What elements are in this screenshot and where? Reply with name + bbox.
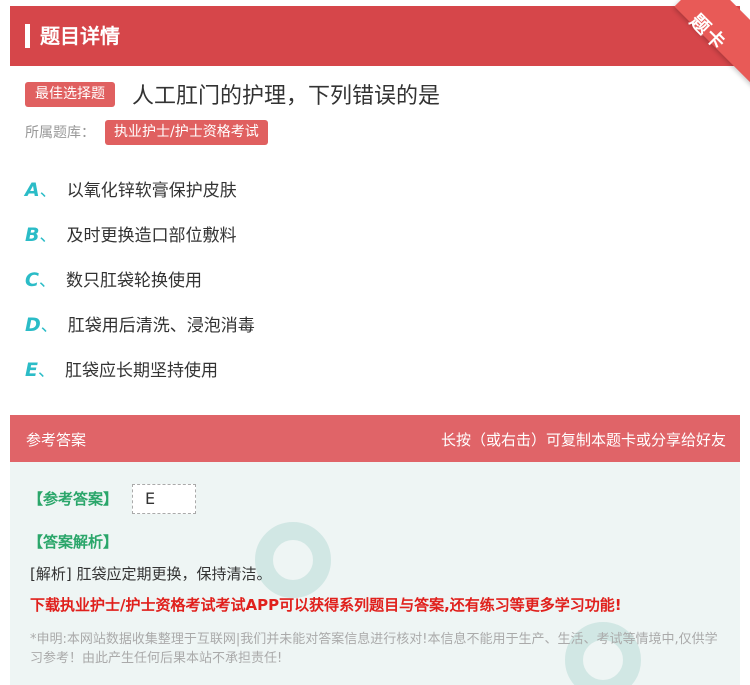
library-label: 所属题库： bbox=[25, 125, 95, 141]
option-b[interactable]: B、 及时更换造口部位敷料 bbox=[25, 221, 236, 246]
explanation-label: 【答案解析】 bbox=[28, 533, 119, 551]
watermark-logo bbox=[255, 522, 331, 598]
option-d[interactable]: D、 肛袋用后清洗、浸泡消毒 bbox=[25, 311, 255, 336]
option-text: 及时更换造口部位敷料 bbox=[66, 226, 237, 246]
question-type-badge: 最佳选择题 bbox=[25, 82, 115, 107]
header-bar: 题目详情 bbox=[10, 6, 740, 66]
header-accent bbox=[25, 24, 30, 48]
option-text: 肛袋用后清洗、浸泡消毒 bbox=[67, 316, 255, 336]
option-c[interactable]: C、 数只肛袋轮换使用 bbox=[25, 266, 202, 291]
page-title: 题目详情 bbox=[40, 24, 120, 48]
option-text: 以氧化锌软膏保护皮肤 bbox=[66, 181, 237, 201]
option-e[interactable]: E、 肛袋应长期坚持使用 bbox=[25, 356, 218, 381]
answer-section-title: 参考答案 bbox=[26, 431, 87, 449]
disclaimer: *申明:本网站数据收集整理于互联网|我们并未能对答案信息进行核对!本信息不能用于… bbox=[30, 632, 718, 666]
option-text: 数只肛袋轮换使用 bbox=[65, 271, 202, 291]
option-text: 肛袋应长期坚持使用 bbox=[64, 361, 218, 381]
reference-answer-label: 【参考答案】 bbox=[28, 490, 119, 508]
question-text: 人工肛门的护理，下列错误的是 bbox=[132, 84, 441, 109]
answer-header: 参考答案 长按（或右击）可复制本题卡或分享给好友 bbox=[10, 415, 740, 462]
library-badge[interactable]: 执业护士/护士资格考试 bbox=[105, 120, 268, 145]
option-a[interactable]: A、 以氧化锌软膏保护皮肤 bbox=[25, 176, 237, 201]
share-hint: 长按（或右击）可复制本题卡或分享给好友 bbox=[440, 431, 726, 449]
download-promo-link[interactable]: 下载执业护士/护士资格考试考试APP可以获得系列题目与答案,还有练习等更多学习功… bbox=[30, 594, 622, 615]
reference-answer-value: E bbox=[132, 484, 196, 514]
explanation-text: [解析] 肛袋应定期更换，保持清洁。 bbox=[30, 565, 272, 583]
